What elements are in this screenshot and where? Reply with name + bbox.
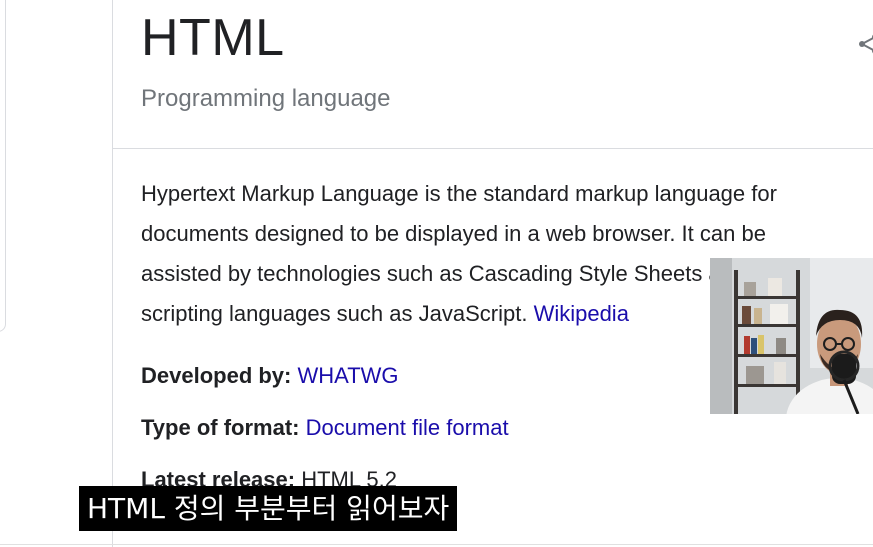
video-subtitle-caption: HTML 정의 부분부터 읽어보자 [79, 486, 458, 531]
description-line: documents designed to be displayed in a … [141, 221, 766, 246]
description-line: Hypertext Markup Language is the standar… [141, 181, 777, 206]
fact-value-link[interactable]: WHATWG [298, 363, 399, 388]
fact-developed-by: Developed by: WHATWG [141, 362, 399, 390]
description-line-text: scripting languages such as JavaScript. [141, 301, 528, 326]
knowledge-panel-header: HTML Programming language [113, 0, 873, 149]
panel-title: HTML [141, 9, 285, 67]
fact-label: Type of format: [141, 415, 300, 440]
fact-value-link[interactable]: Document file format [306, 415, 509, 440]
divider [0, 544, 873, 545]
left-result-card [0, 0, 6, 332]
page: HTML Programming language Hypertext Mark… [0, 0, 873, 547]
share-icon[interactable] [857, 32, 873, 56]
wikipedia-link[interactable]: Wikipedia [534, 301, 629, 326]
webcam-video-frame [710, 258, 873, 414]
panel-subtitle: Programming language [141, 85, 391, 112]
fact-type-of-format: Type of format: Document file format [141, 414, 509, 442]
webcam-overlay [710, 258, 873, 414]
fact-label: Developed by: [141, 363, 292, 388]
